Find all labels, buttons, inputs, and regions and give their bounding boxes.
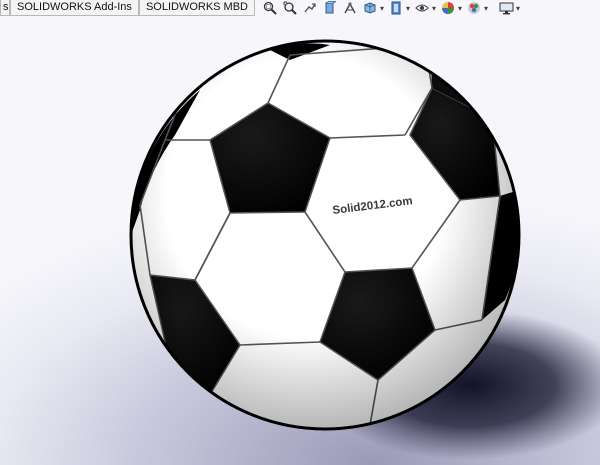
- edit-appearance-icon[interactable]: [439, 0, 457, 16]
- chevron-down-icon[interactable]: ▾: [515, 4, 521, 13]
- zoom-to-area-icon[interactable]: [281, 0, 299, 16]
- previous-view-icon[interactable]: [301, 0, 319, 16]
- chevron-down-icon[interactable]: ▾: [405, 4, 411, 13]
- tab-solidworks-mbd[interactable]: SOLIDWORKS MBD: [138, 0, 256, 16]
- section-view-icon[interactable]: [321, 0, 339, 16]
- chevron-down-icon[interactable]: ▾: [379, 4, 385, 13]
- graphics-area[interactable]: Solid2012.com: [0, 16, 600, 465]
- display-style-icon[interactable]: [387, 0, 405, 16]
- soccer-ball-model[interactable]: Solid2012.com: [129, 39, 522, 431]
- chevron-down-icon[interactable]: ▾: [457, 4, 463, 13]
- apply-scene-icon[interactable]: [465, 0, 483, 16]
- chevron-down-icon[interactable]: ▾: [483, 4, 489, 13]
- heads-up-view-toolbar: ▾ ▾ ▾ ▾ ▾ ▾: [261, 0, 521, 16]
- dynamic-annotation-icon[interactable]: [341, 0, 359, 16]
- command-manager: s SOLIDWORKS Add-Ins SOLIDWORKS MBD ▾ ▾ …: [0, 0, 600, 16]
- view-settings-icon[interactable]: [497, 0, 515, 16]
- tab-partial[interactable]: s: [0, 0, 10, 16]
- zoom-to-fit-icon[interactable]: [261, 0, 279, 16]
- tab-solidworks-add-ins[interactable]: SOLIDWORKS Add-Ins: [10, 0, 139, 16]
- view-orientation-icon[interactable]: [361, 0, 379, 16]
- hide-show-items-icon[interactable]: [413, 0, 431, 16]
- chevron-down-icon[interactable]: ▾: [431, 4, 437, 13]
